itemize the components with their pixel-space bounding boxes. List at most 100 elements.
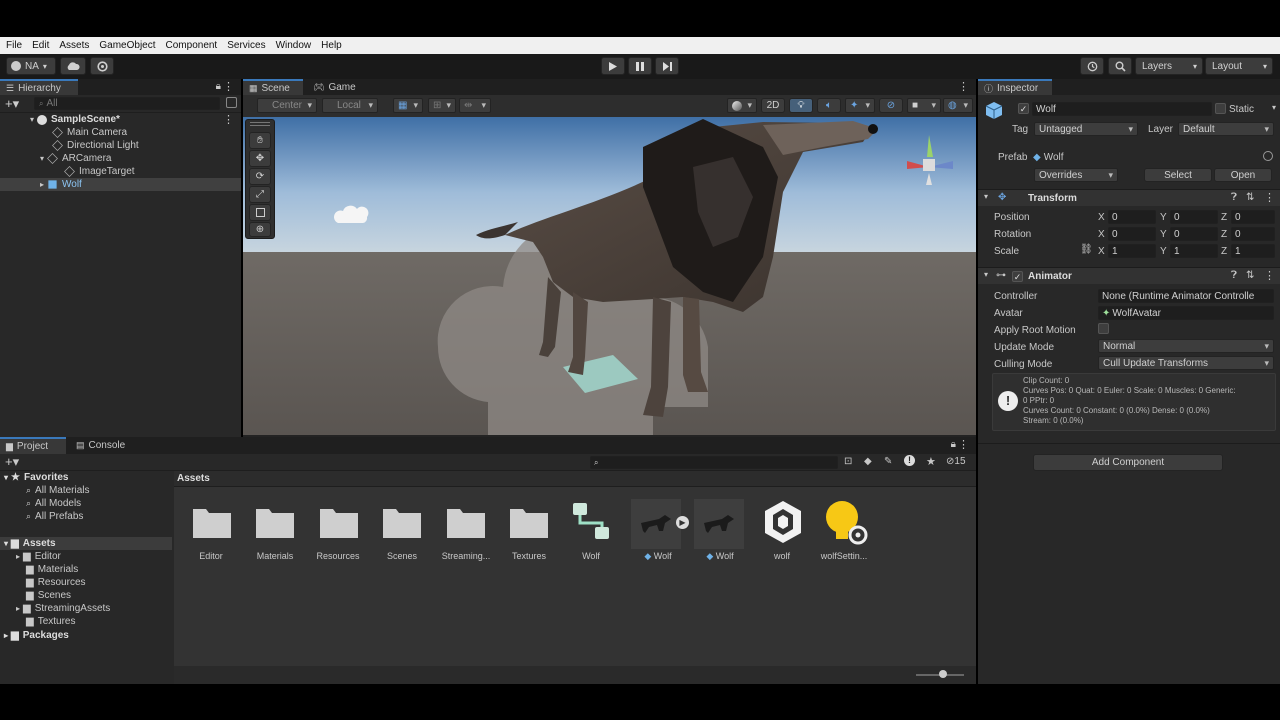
object-picker-icon[interactable] (1263, 151, 1273, 161)
expand-model-icon[interactable]: ▶ (676, 516, 689, 529)
controller-field[interactable]: None (Runtime Animator Controlle (1098, 289, 1274, 303)
expand-arrow-icon[interactable]: ▸ (16, 552, 20, 561)
tree-item-wolf[interactable]: ▸ Wolf (0, 178, 241, 191)
drag-handle-icon[interactable] (250, 122, 270, 126)
favorite-item[interactable]: ⌕ All Materials (26, 484, 90, 497)
gizmos-dropdown[interactable]: ◍ (943, 98, 973, 113)
align-dropdown[interactable]: ⇹ (459, 98, 491, 113)
transform-header[interactable]: ▾ ✥ Transform ❓︎ ⇅ ⋮ (978, 189, 1280, 206)
tree-item-arcamera[interactable]: ▾ ARCamera (0, 152, 241, 165)
animator-controller-tile[interactable] (571, 501, 611, 543)
snap-increment-dropdown[interactable]: ⊞ (428, 98, 456, 113)
select-button[interactable]: Select (1144, 168, 1212, 182)
kebab-menu-icon[interactable]: ⋮ (223, 80, 234, 93)
packages-root[interactable]: ▸ ▆ Packages (4, 629, 69, 642)
kebab-menu-icon[interactable]: ⋮ (1264, 269, 1275, 282)
layers-dropdown[interactable]: Layers ▾ (1135, 57, 1203, 75)
avatar-field[interactable]: ✦ WolfAvatar (1098, 306, 1274, 320)
pivot-dropdown[interactable]: Center (257, 98, 317, 113)
assets-root[interactable]: ▾ ▆ Assets (0, 537, 172, 550)
menu-gameobject[interactable]: GameObject (99, 40, 155, 51)
folder-item[interactable]: ▆ Scenes (26, 589, 71, 602)
menu-component[interactable]: Component (166, 40, 218, 51)
position-z-field[interactable]: 0 (1231, 210, 1275, 224)
hidden-packages-toggle[interactable]: ⊘15 (946, 456, 966, 467)
folder-item[interactable]: ▆ Resources (26, 576, 86, 589)
kebab-menu-icon[interactable]: ⋮ (958, 438, 969, 451)
root-motion-checkbox[interactable] (1098, 323, 1109, 334)
menu-window[interactable]: Window (276, 40, 312, 51)
undo-history-button[interactable] (1080, 57, 1104, 75)
audio-toggle[interactable]: 🔈︎ (817, 98, 841, 113)
kebab-menu-icon[interactable]: ⋮ (1264, 191, 1275, 204)
tree-item-imagetarget[interactable]: ImageTarget (0, 165, 241, 178)
expand-arrow-icon[interactable]: ▾ (30, 115, 34, 124)
collab-button[interactable] (90, 57, 114, 75)
grid-snap-dropdown[interactable]: ▦ (393, 98, 423, 113)
add-icon[interactable]: +▾ (5, 96, 19, 112)
tree-item-samplescene[interactable]: ▾ SampleScene* ⋮ (0, 113, 241, 126)
lock-icon[interactable]: 🔒︎ (951, 439, 956, 450)
menu-help[interactable]: Help (321, 40, 342, 51)
update-mode-dropdown[interactable]: Normal (1098, 339, 1274, 353)
expand-arrow-icon[interactable]: ▸ (4, 631, 8, 640)
culling-mode-dropdown[interactable]: Cull Update Transforms (1098, 356, 1274, 370)
rect-tool-button[interactable] (249, 204, 271, 221)
preset-icon[interactable]: ⇅ (1246, 270, 1254, 281)
scale-tool-button[interactable]: ⤢ (249, 186, 271, 203)
step-button[interactable] (655, 57, 679, 75)
layout-dropdown[interactable]: Layout ▾ (1205, 57, 1273, 75)
menu-file[interactable]: File (6, 40, 22, 51)
pause-button[interactable] (628, 57, 652, 75)
expand-arrow-icon[interactable]: ▸ (16, 604, 20, 613)
star-icon[interactable]: ★ (926, 455, 936, 468)
folder-tile-resources[interactable] (319, 505, 359, 541)
animator-enabled-checkbox[interactable]: ✓ (1012, 271, 1023, 282)
filter-scene-icon[interactable]: ✎ (884, 456, 892, 467)
model-tile-wolf[interactable] (631, 499, 681, 549)
scale-z-field[interactable]: 1 (1231, 244, 1275, 258)
scale-y-field[interactable]: 1 (1170, 244, 1218, 258)
tree-item-main-camera[interactable]: Main Camera (0, 126, 241, 139)
hierarchy-search-input[interactable]: ⌕ All (34, 97, 220, 110)
folder-tile-materials[interactable] (255, 505, 295, 541)
rotation-y-field[interactable]: 0 (1170, 227, 1218, 241)
favorites-header[interactable]: ▾ ★ Favorites (4, 471, 68, 484)
tab-hierarchy[interactable]: ☰ Hierarchy (0, 79, 78, 95)
zoom-slider-thumb[interactable] (939, 670, 947, 678)
folder-item[interactable]: ▆ Textures (26, 615, 76, 628)
favorite-item[interactable]: ⌕ All Models (26, 497, 81, 510)
overrides-dropdown[interactable]: Overrides (1034, 168, 1118, 182)
static-checkbox[interactable] (1215, 103, 1226, 114)
folder-item[interactable]: ▸ ▆ StreamingAssets (16, 602, 110, 615)
2d-toggle[interactable]: 2D (761, 98, 785, 113)
menu-assets[interactable]: Assets (59, 40, 89, 51)
shading-mode-dropdown[interactable] (727, 98, 757, 113)
scene-visibility-icon[interactable] (226, 97, 237, 108)
account-dropdown[interactable]: NA ▾ (6, 57, 56, 75)
expand-arrow-icon[interactable]: ▸ (40, 180, 44, 189)
project-search-input[interactable]: ⌕ (590, 456, 838, 469)
add-component-button[interactable]: Add Component (1033, 454, 1223, 471)
add-icon[interactable]: +▾ (5, 454, 19, 470)
space-dropdown[interactable]: Local (322, 98, 378, 113)
tag-dropdown[interactable]: Untagged (1034, 122, 1138, 136)
tab-scene[interactable]: ▦ Scene (243, 79, 303, 95)
info-icon[interactable]: ! (904, 455, 915, 466)
camera-dropdown[interactable]: ■ (907, 98, 941, 113)
search-button[interactable] (1108, 57, 1132, 75)
tab-game[interactable]: 🎮︎ Game (307, 79, 363, 95)
folder-item[interactable]: ▆ Materials (26, 563, 78, 576)
expand-arrow-icon[interactable]: ▾ (984, 192, 988, 201)
rotation-z-field[interactable]: 0 (1231, 227, 1275, 241)
prefab-asset-field[interactable]: ◆ Wolf (1033, 150, 1273, 164)
open-button[interactable]: Open (1214, 168, 1272, 182)
prefab-tile-wolf[interactable] (694, 499, 744, 549)
unity-asset-tile-wolf[interactable] (761, 499, 805, 545)
tab-console[interactable]: ▤ Console (70, 437, 136, 454)
position-x-field[interactable]: 0 (1108, 210, 1156, 224)
expand-arrow-icon[interactable]: ▾ (40, 154, 44, 163)
play-button[interactable] (601, 57, 625, 75)
folder-tile-streamingassets[interactable] (446, 505, 486, 541)
active-checkbox[interactable]: ✓ (1018, 103, 1029, 114)
